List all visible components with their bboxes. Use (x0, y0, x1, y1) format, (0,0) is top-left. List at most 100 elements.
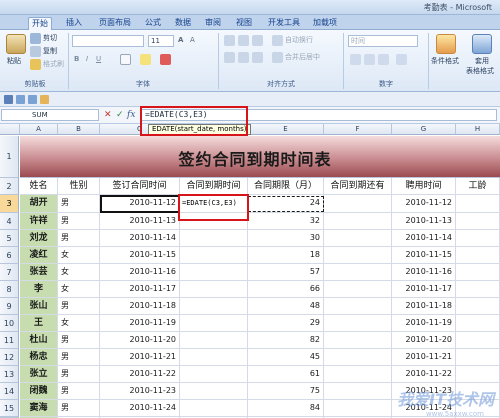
gender-cell[interactable]: 男 (58, 349, 100, 366)
term-months-cell[interactable]: 24 (248, 195, 324, 213)
sign-date-cell[interactable]: 2010-11-14 (100, 230, 180, 247)
seniority-cell[interactable] (456, 247, 500, 264)
seniority-cell[interactable] (456, 366, 500, 383)
term-months-cell[interactable]: 75 (248, 383, 324, 400)
align-right-icon[interactable] (252, 52, 263, 63)
cancel-icon[interactable]: ✕ (104, 110, 112, 120)
percent-icon[interactable] (364, 54, 375, 65)
term-months-cell[interactable]: 84 (248, 400, 324, 417)
row-header-6[interactable]: 6 (0, 247, 19, 264)
grow-font-button[interactable]: A (178, 35, 183, 46)
gender-cell[interactable]: 男 (58, 366, 100, 383)
row-header-13[interactable]: 13 (0, 366, 19, 383)
fill-color-icon[interactable] (140, 54, 151, 65)
name-cell[interactable]: 胡开 (20, 195, 58, 213)
gender-cell[interactable]: 男 (58, 195, 100, 213)
hire-date-cell[interactable]: 2010-11-20 (392, 332, 456, 349)
days-remaining-cell[interactable] (324, 332, 392, 349)
days-remaining-cell[interactable] (324, 281, 392, 298)
name-cell[interactable]: 李 (20, 281, 58, 298)
name-cell[interactable]: 刘龙 (20, 230, 58, 247)
term-months-cell[interactable]: 82 (248, 332, 324, 349)
row-header-5[interactable]: 5 (0, 230, 19, 247)
row-header-4[interactable]: 4 (0, 213, 19, 230)
column-header-h[interactable]: H (456, 124, 500, 135)
sign-date-cell[interactable]: 2010-11-24 (100, 400, 180, 417)
gender-cell[interactable]: 女 (58, 247, 100, 264)
sign-date-cell[interactable]: 2010-11-22 (100, 366, 180, 383)
enter-icon[interactable]: ✓ (116, 110, 124, 120)
row-header-10[interactable]: 10 (0, 315, 19, 332)
days-remaining-cell[interactable] (324, 349, 392, 366)
header-hire-date[interactable]: 聘用时间 (392, 178, 456, 195)
sign-date-cell[interactable]: 2010-11-21 (100, 349, 180, 366)
sign-date-cell[interactable]: 2010-11-18 (100, 298, 180, 315)
sign-date-cell[interactable]: 2010-11-12 (100, 195, 180, 213)
term-months-cell[interactable]: 61 (248, 366, 324, 383)
tab-insert[interactable]: 插入 (63, 17, 85, 30)
gender-cell[interactable]: 男 (58, 332, 100, 349)
gender-cell[interactable]: 男 (58, 383, 100, 400)
tab-addins[interactable]: 加载项 (310, 17, 340, 30)
gender-cell[interactable]: 男 (58, 400, 100, 417)
sign-date-cell[interactable]: 2010-11-17 (100, 281, 180, 298)
row-header-14[interactable]: 14 (0, 383, 19, 400)
header-seniority[interactable]: 工龄 (456, 178, 500, 195)
tab-home[interactable]: 开始 (28, 17, 52, 30)
term-months-cell[interactable]: 48 (248, 298, 324, 315)
hire-date-cell[interactable]: 2010-11-12 (392, 195, 456, 213)
gender-cell[interactable]: 女 (58, 264, 100, 281)
font-size-combo[interactable]: 11 (148, 35, 174, 47)
font-name-combo[interactable] (72, 35, 144, 47)
days-remaining-cell[interactable] (324, 264, 392, 281)
currency-icon[interactable] (350, 54, 361, 65)
term-months-cell[interactable]: 66 (248, 281, 324, 298)
increase-decimal-icon[interactable] (396, 54, 407, 65)
expiry-date-cell[interactable] (180, 247, 248, 264)
expiry-date-cell[interactable]: =EDATE(C3,E3) (180, 195, 248, 213)
cut-button[interactable]: 剪切 (43, 33, 57, 44)
term-months-cell[interactable]: 30 (248, 230, 324, 247)
undo-icon[interactable] (16, 95, 25, 104)
hire-date-cell[interactable]: 2010-11-14 (392, 230, 456, 247)
merge-center-icon[interactable] (272, 52, 283, 63)
hire-date-cell[interactable]: 2010-11-16 (392, 264, 456, 281)
row-header-12[interactable]: 12 (0, 349, 19, 366)
seniority-cell[interactable] (456, 195, 500, 213)
sign-date-cell[interactable]: 2010-11-13 (100, 213, 180, 230)
align-top-icon[interactable] (224, 35, 235, 46)
align-left-icon[interactable] (224, 52, 235, 63)
hire-date-cell[interactable]: 2010-11-15 (392, 247, 456, 264)
copy-icon[interactable] (30, 46, 41, 57)
hire-date-cell[interactable]: 2010-11-21 (392, 349, 456, 366)
comma-icon[interactable] (378, 54, 389, 65)
days-remaining-cell[interactable] (324, 230, 392, 247)
tab-view[interactable]: 视图 (233, 17, 255, 30)
seniority-cell[interactable] (456, 264, 500, 281)
sign-date-cell[interactable]: 2010-11-19 (100, 315, 180, 332)
column-header-e[interactable]: E (248, 124, 324, 135)
format-painter-button[interactable]: 格式刷 (43, 59, 64, 70)
days-remaining-cell[interactable] (324, 383, 392, 400)
seniority-cell[interactable] (456, 281, 500, 298)
shrink-font-button[interactable]: A (190, 35, 195, 46)
seniority-cell[interactable] (456, 349, 500, 366)
name-cell[interactable]: 王 (20, 315, 58, 332)
seniority-cell[interactable] (456, 332, 500, 349)
hire-date-cell[interactable]: 2010-11-18 (392, 298, 456, 315)
name-cell[interactable]: 张山 (20, 298, 58, 315)
name-cell[interactable]: 张芸 (20, 264, 58, 281)
term-months-cell[interactable]: 57 (248, 264, 324, 281)
gender-cell[interactable]: 女 (58, 281, 100, 298)
name-cell[interactable]: 杨忠 (20, 349, 58, 366)
header-name[interactable]: 姓名 (20, 178, 58, 195)
days-remaining-cell[interactable] (324, 213, 392, 230)
column-header-a[interactable]: A (20, 124, 58, 135)
row-header-15[interactable]: 15 (0, 400, 19, 417)
tab-review[interactable]: 审阅 (202, 17, 224, 30)
merge-center-button[interactable]: 合并后居中 (285, 52, 320, 63)
row-header-2[interactable]: 2 (0, 178, 19, 195)
header-expiry-date[interactable]: 合同到期时间 (180, 178, 248, 195)
expiry-date-cell[interactable] (180, 383, 248, 400)
seniority-cell[interactable] (456, 230, 500, 247)
